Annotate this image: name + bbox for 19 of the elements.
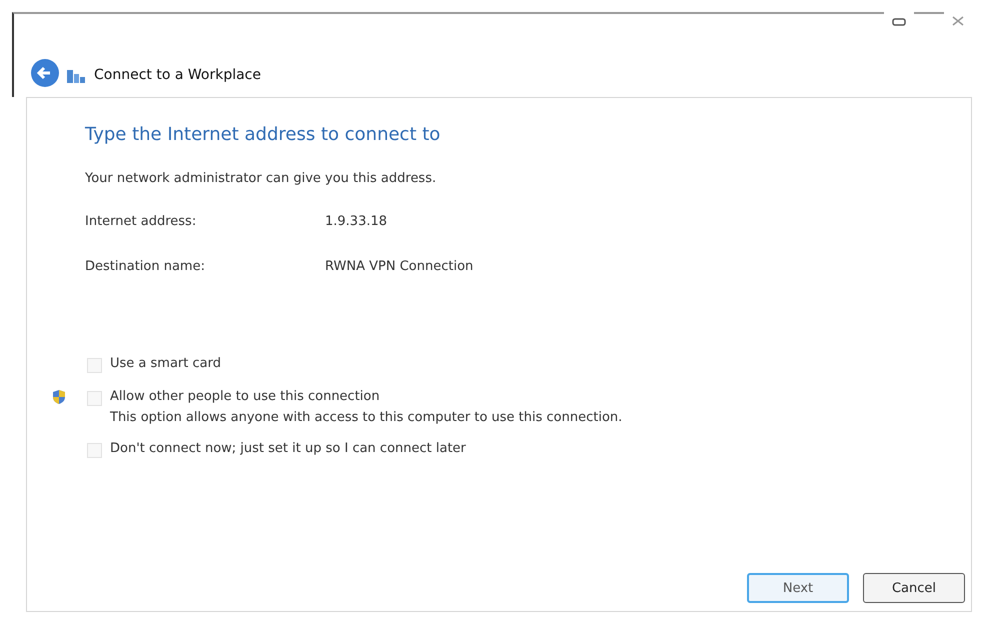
next-button[interactable]: Next (747, 573, 849, 603)
shield-icon (51, 389, 67, 405)
checkbox[interactable] (87, 391, 102, 406)
field-value: RWNA VPN Connection (325, 259, 474, 274)
field-label: Internet address: (85, 214, 198, 229)
description-text: Your network administrator can give you this address. (85, 171, 438, 186)
option-label: Allow other people to use this connection (110, 389, 381, 404)
window-title: Connect to a Workplace (94, 66, 261, 82)
cancel-button[interactable]: Cancel (863, 573, 965, 603)
close-icon (952, 16, 964, 26)
option-label: Don't connect now; just set it up so I can connect later (110, 441, 466, 456)
checkbox[interactable] (87, 443, 102, 458)
field-label: Destination name: (85, 259, 206, 274)
field-value: 1.9.33.18 (325, 214, 388, 229)
page-heading: Type the Internet address to connect to (85, 124, 442, 145)
option-note: This option allows anyone with access to this computer to use this connection. (110, 410, 622, 425)
option-label: Use a smart card (110, 356, 221, 371)
checkbox[interactable] (87, 358, 102, 373)
minimize-icon (892, 18, 906, 26)
